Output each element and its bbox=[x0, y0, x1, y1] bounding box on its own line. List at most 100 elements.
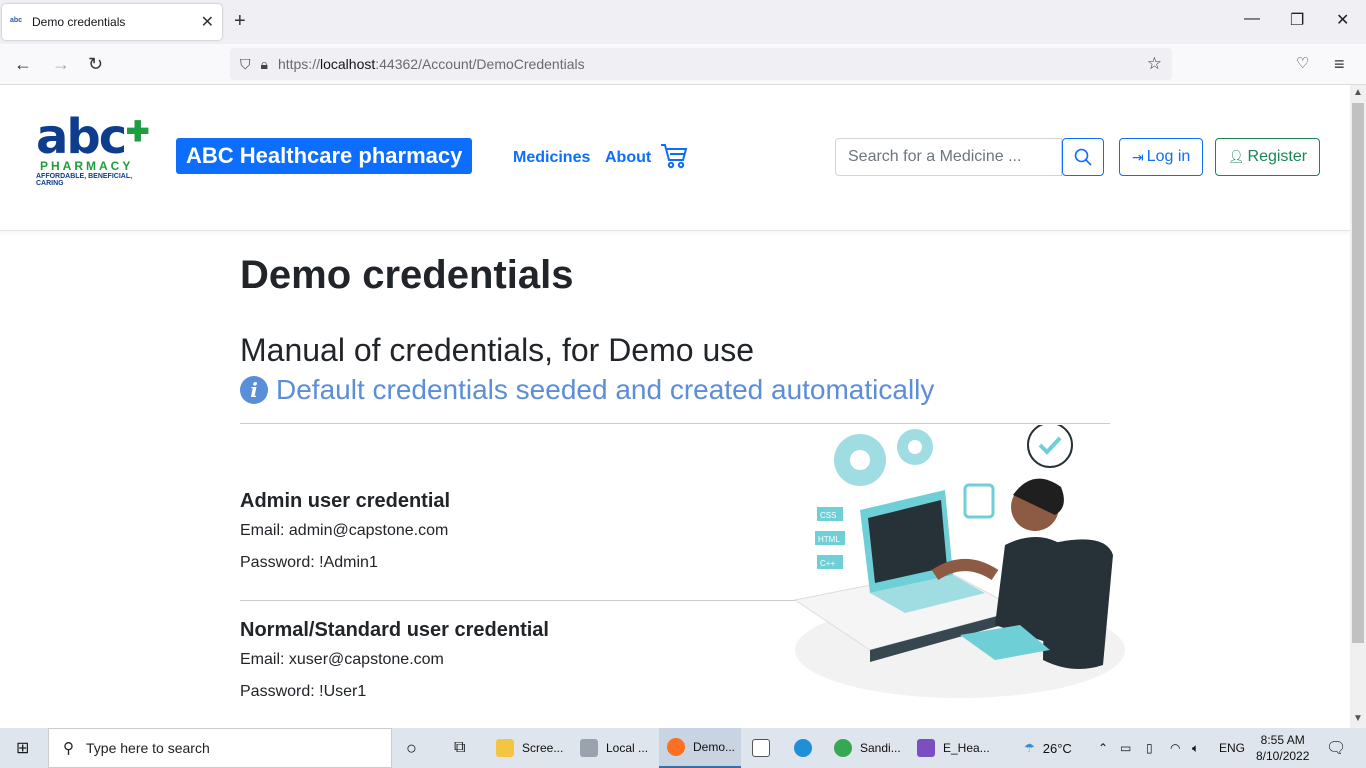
task-view-icon[interactable]: ⧉ bbox=[454, 728, 465, 768]
taskbar-app-drive[interactable]: Local ... bbox=[580, 728, 658, 768]
weather-widget[interactable]: ☂ 26°C bbox=[1024, 728, 1072, 768]
calendar-app-icon[interactable] bbox=[752, 728, 778, 768]
menu-icon[interactable]: ≡ bbox=[1334, 54, 1345, 75]
folder-icon bbox=[496, 739, 514, 757]
taskbar-search[interactable]: ⚲ Type here to search bbox=[48, 728, 392, 768]
browser-tabbar: abc Demo credentials ✕ + — ❐ ✕ bbox=[0, 0, 1366, 44]
show-hidden-icons[interactable]: ⌃ bbox=[1098, 728, 1108, 768]
divider bbox=[240, 423, 1110, 424]
search-icon: ⚲ bbox=[63, 740, 74, 757]
login-icon: ⇥ bbox=[1132, 148, 1144, 165]
cart-icon[interactable] bbox=[660, 143, 688, 169]
normal-email: Email: xuser@capstone.com bbox=[240, 651, 444, 668]
taskbar-search-placeholder: Type here to search bbox=[86, 740, 210, 756]
url-scheme: https:// bbox=[277, 56, 320, 72]
scroll-up-icon[interactable]: ▲ bbox=[1353, 87, 1363, 98]
taskbar-app-label: E_Hea... bbox=[943, 741, 990, 755]
web-page: abc ✚ PHARMACY AFFORDABLE, BENEFICIAL, C… bbox=[0, 85, 1350, 728]
browser-tab[interactable]: abc Demo credentials ✕ bbox=[2, 4, 222, 40]
illustration-tag-css: CSS bbox=[820, 511, 836, 520]
clock-date: 8/10/2022 bbox=[1256, 749, 1310, 763]
drive-icon bbox=[580, 739, 598, 757]
illustration-tag-cpp: C++ bbox=[820, 559, 835, 568]
taskbar-app-explorer[interactable]: Scree... bbox=[496, 728, 574, 768]
login-label: Log in bbox=[1146, 148, 1191, 165]
new-tab-icon[interactable]: + bbox=[234, 10, 246, 33]
info-text: Default credentials seeded and created a… bbox=[276, 374, 935, 405]
taskbar-app-firefox[interactable]: Demo... bbox=[659, 728, 741, 768]
logo-tagline: AFFORDABLE, BENEFICIAL, CARING bbox=[36, 173, 133, 187]
search-icon bbox=[1074, 148, 1092, 166]
bookmark-star-icon[interactable]: ☆ bbox=[1147, 54, 1162, 74]
divider bbox=[240, 600, 830, 601]
windows-start-icon[interactable]: ⊞ bbox=[16, 738, 29, 758]
admin-email: Email: admin@capstone.com bbox=[240, 522, 449, 539]
scroll-thumb[interactable] bbox=[1352, 103, 1364, 643]
taskbar-app-label: Local ... bbox=[606, 741, 649, 755]
page-scrollbar[interactable]: ▲ ▼ bbox=[1350, 85, 1366, 728]
battery-icon[interactable]: ▭ bbox=[1120, 728, 1131, 768]
search-input[interactable]: Search for a Medicine ... bbox=[835, 138, 1062, 176]
lock-icon: 🔒︎ bbox=[260, 55, 268, 72]
clock[interactable]: 8:55 AM 8/10/2022 bbox=[1256, 732, 1309, 764]
window-close-icon[interactable]: ✕ bbox=[1336, 10, 1349, 30]
search-button[interactable] bbox=[1062, 138, 1104, 176]
illustration-tag-html: HTML bbox=[818, 535, 840, 544]
logo-subtitle: PHARMACY bbox=[40, 159, 134, 173]
url-host: localhost bbox=[319, 56, 376, 72]
browser-navbar: ← → ↻ ⛉ 🔒︎ https:// localhost :44362/Acc… bbox=[0, 44, 1366, 85]
weather-temp: 26°C bbox=[1042, 740, 1072, 756]
visual-studio-icon bbox=[917, 739, 935, 757]
login-button[interactable]: ⇥ Log in bbox=[1119, 138, 1204, 176]
taskbar-app-chrome[interactable]: Sandi... bbox=[834, 728, 912, 768]
normal-credential-block: Normal/Standard user credential Email: x… bbox=[240, 618, 549, 702]
scroll-down-icon[interactable]: ▼ bbox=[1353, 713, 1363, 724]
page-subtitle: Manual of credentials, for Demo use bbox=[240, 332, 755, 368]
url-path: :44362/Account/DemoCredentials bbox=[375, 56, 585, 72]
add-user-icon: 👤︎ bbox=[1228, 149, 1245, 164]
site-header: abc ✚ PHARMACY AFFORDABLE, BENEFICIAL, C… bbox=[0, 85, 1350, 231]
clock-time: 8:55 AM bbox=[1260, 733, 1305, 747]
taskbar-app-label: Scree... bbox=[522, 741, 564, 755]
volume-icon[interactable]: 🔈︎ bbox=[1192, 728, 1199, 768]
reload-icon[interactable]: ↻ bbox=[88, 54, 103, 75]
taskbar-app-visual-studio[interactable]: E_Hea... bbox=[917, 728, 995, 768]
forward-icon[interactable]: → bbox=[52, 54, 70, 75]
developer-illustration: CSS HTML C++ bbox=[793, 425, 1125, 698]
close-tab-icon[interactable]: ✕ bbox=[201, 12, 214, 32]
admin-credential-block: Admin user credential Email: admin@capst… bbox=[240, 489, 450, 573]
minimize-icon[interactable]: — bbox=[1244, 10, 1260, 28]
weather-icon: ☂ bbox=[1024, 741, 1035, 755]
info-line: i Default credentials seeded and created… bbox=[240, 372, 1110, 408]
shield-icon: ⛉ bbox=[240, 55, 251, 72]
register-button[interactable]: 👤︎ Register bbox=[1215, 138, 1321, 176]
nav-about[interactable]: About bbox=[605, 149, 651, 167]
normal-password: Password: !User1 bbox=[240, 683, 367, 700]
back-icon[interactable]: ← bbox=[14, 54, 32, 75]
url-bar[interactable]: ⛉ 🔒︎ https:// localhost :44362/Account/D… bbox=[230, 48, 1172, 80]
normal-heading: Normal/Standard user credential bbox=[240, 619, 549, 641]
chrome-icon bbox=[834, 739, 852, 757]
notifications-icon[interactable]: 🗨︎ bbox=[1326, 728, 1346, 768]
cortana-icon[interactable]: ○ bbox=[406, 728, 417, 768]
page-title: Demo credentials bbox=[240, 253, 574, 297]
admin-password: Password: !Admin1 bbox=[240, 554, 378, 571]
plus-cross-icon: ✚ bbox=[126, 116, 150, 147]
taskbar-app-label: Demo... bbox=[693, 740, 736, 754]
language-indicator[interactable]: ENG bbox=[1219, 728, 1245, 768]
nav-medicines[interactable]: Medicines bbox=[513, 149, 590, 167]
favicon: abc bbox=[10, 17, 23, 24]
edge-icon[interactable] bbox=[794, 728, 820, 768]
main-content: Demo credentials Manual of credentials, … bbox=[240, 231, 1110, 700]
tab-title: Demo credentials bbox=[32, 15, 126, 29]
register-label: Register bbox=[1247, 148, 1308, 165]
restore-icon[interactable]: ❐ bbox=[1290, 10, 1304, 30]
firefox-icon bbox=[667, 738, 685, 756]
device-icon[interactable]: ▯ bbox=[1146, 728, 1153, 768]
pocket-icon[interactable]: ♡ bbox=[1296, 54, 1309, 72]
admin-heading: Admin user credential bbox=[240, 490, 451, 512]
site-logo[interactable]: abc ✚ PHARMACY AFFORDABLE, BENEFICIAL, C… bbox=[36, 113, 156, 195]
brand-title[interactable]: ABC Healthcare pharmacy bbox=[176, 138, 473, 174]
wifi-icon[interactable]: ◠ bbox=[1170, 728, 1180, 768]
info-icon: i bbox=[240, 376, 268, 404]
